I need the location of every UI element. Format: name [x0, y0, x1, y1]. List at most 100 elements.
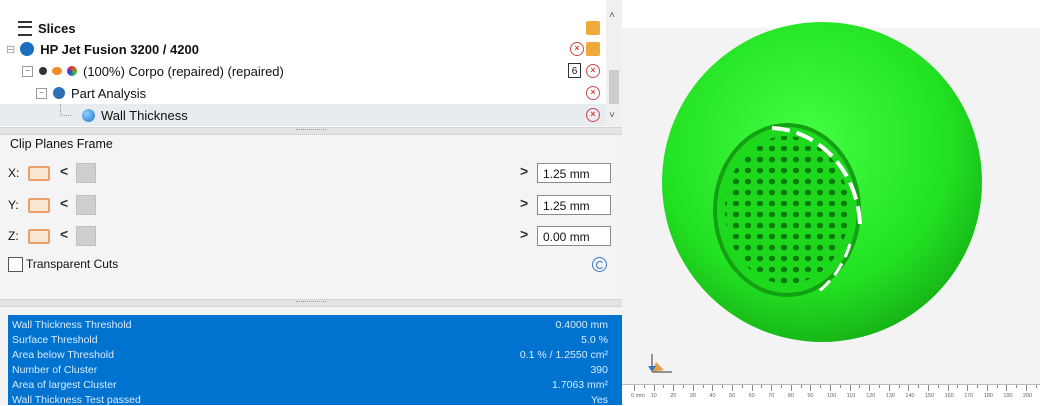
folder-icon[interactable]: [586, 21, 600, 35]
ruler-tick: [781, 385, 782, 388]
scrollbar-thumb[interactable]: [609, 70, 619, 104]
decrease-z-button[interactable]: <: [60, 226, 68, 242]
slider-x[interactable]: [76, 163, 96, 183]
ruler-tick-label: 60: [748, 393, 755, 399]
ruler-tick: [702, 385, 704, 388]
ruler-tick: [810, 385, 812, 391]
color-icon: [67, 66, 77, 76]
ruler-tick: [1035, 385, 1037, 388]
ruler-tick: [653, 385, 655, 391]
ruler-tick: [967, 385, 969, 391]
splitter-handle[interactable]: [0, 299, 622, 307]
ruler-tick: [643, 385, 645, 388]
list-icon: [18, 20, 32, 36]
ruler-tick-label: 0 mm: [631, 393, 645, 399]
close-circle-icon[interactable]: ×: [570, 42, 584, 56]
result-label: Area of largest Cluster: [12, 379, 117, 391]
ruler-tick-label: 100: [827, 393, 837, 399]
ruler-tick: [800, 385, 802, 388]
slider-y[interactable]: [76, 195, 96, 215]
ruler-tick: [634, 385, 635, 391]
scroll-up-icon[interactable]: ˄: [609, 10, 615, 21]
result-row: Surface Threshold 5.0 %: [12, 333, 608, 348]
analysis-icon: [53, 87, 65, 99]
clip-toggle-z[interactable]: [28, 229, 50, 244]
ruler-tick: [879, 385, 880, 388]
result-label: Wall Thickness Threshold: [12, 319, 132, 331]
ruler-tick-label: 10: [650, 393, 657, 399]
x-value-input[interactable]: 1.25 mm: [537, 163, 611, 183]
close-circle-icon[interactable]: ×: [586, 108, 600, 122]
dot-icon: [39, 67, 47, 75]
tree-item-part-analysis[interactable]: − Part Analysis: [36, 82, 146, 104]
refresh-icon[interactable]: [592, 257, 607, 272]
result-row: Area below Threshold 0.1 % / 1.2550 cm²: [12, 348, 608, 363]
result-label: Surface Threshold: [12, 334, 98, 346]
slider-z[interactable]: [76, 226, 96, 246]
ruler-tick-label: 50: [729, 393, 736, 399]
ruler-tick-label: 200: [1023, 393, 1033, 399]
ruler-tick: [1026, 385, 1027, 391]
close-circle-icon[interactable]: ×: [586, 86, 600, 100]
tree-item-slices[interactable]: Slices: [18, 17, 76, 39]
increase-y-button[interactable]: >: [520, 195, 528, 211]
result-label: Area below Threshold: [12, 349, 114, 361]
ruler-tick: [820, 385, 822, 388]
ruler-tick: [830, 385, 831, 391]
result-value: 0.1 % / 1.2550 cm²: [519, 349, 608, 361]
ruler-tick: [761, 385, 763, 388]
collapse-icon[interactable]: −: [22, 65, 33, 77]
ruler-tick: [751, 385, 753, 391]
clip-toggle-y[interactable]: [28, 198, 50, 213]
hp-logo-icon: [20, 42, 35, 56]
tree-item-label: HP Jet Fusion 3200 / 4200: [40, 41, 199, 57]
scene-tree: Slices ⊟ HP Jet Fusion 3200 / 4200 − (10…: [0, 0, 606, 130]
left-panel: Slices ⊟ HP Jet Fusion 3200 / 4200 − (10…: [0, 0, 622, 405]
ruler-tick-label: 190: [1003, 393, 1013, 399]
result-value: 0.4000 mm: [555, 319, 608, 331]
close-circle-icon[interactable]: ×: [586, 64, 600, 78]
ruler-tick: [663, 385, 665, 388]
tree-item-label: (100%) Corpo (repaired) (repaired): [83, 63, 284, 79]
results-panel: Wall Thickness Threshold 0.4000 mm Surfa…: [8, 315, 622, 405]
decrease-x-button[interactable]: <: [60, 163, 68, 179]
tree-item-part[interactable]: − (100%) Corpo (repaired) (repaired): [22, 60, 284, 82]
tree-item-wall-thickness[interactable]: Wall Thickness: [0, 104, 606, 126]
ruler-tick: [673, 385, 675, 391]
ruler-tick-label: 180: [983, 393, 993, 399]
z-value-input[interactable]: 0.00 mm: [537, 226, 611, 246]
folder-icon[interactable]: [586, 42, 600, 56]
ruler-tick-label: 140: [905, 393, 915, 399]
tree-item-printer[interactable]: ⊟ HP Jet Fusion 3200 / 4200: [6, 38, 199, 60]
increase-z-button[interactable]: >: [520, 226, 528, 242]
ruler-tick: [996, 385, 998, 388]
increase-x-button[interactable]: >: [520, 163, 528, 179]
ruler-tick: [692, 385, 694, 391]
clip-toggle-x[interactable]: [28, 166, 50, 181]
tree-item-label: Wall Thickness: [101, 107, 188, 123]
collapse-icon[interactable]: −: [36, 87, 47, 99]
tree-scrollbar[interactable]: ˄ ˅: [606, 0, 622, 130]
y-value-input[interactable]: 1.25 mm: [537, 195, 611, 215]
result-row: Wall Thickness Threshold 0.4000 mm: [12, 318, 608, 333]
ruler-tick: [1006, 385, 1008, 391]
ruler-tick: [1016, 385, 1018, 388]
result-value: 1.7063 mm²: [551, 379, 608, 391]
model-render[interactable]: [622, 0, 1040, 384]
ruler-tick: [918, 385, 920, 388]
ruler-tick: [986, 385, 988, 391]
splitter-handle[interactable]: [0, 127, 622, 135]
scroll-down-icon[interactable]: ˅: [609, 110, 615, 121]
ruler-tick: [859, 385, 861, 388]
globe-icon: [82, 108, 95, 122]
transparent-cuts-checkbox[interactable]: [8, 257, 23, 272]
tree-item-label: Slices: [38, 20, 76, 36]
grille-holes: [725, 136, 849, 284]
ruler-tick: [888, 385, 890, 391]
ruler-tick: [732, 385, 733, 391]
ruler-tick-label: 90: [807, 393, 814, 399]
decrease-y-button[interactable]: <: [60, 195, 68, 211]
tree-branch-marker: ⊟: [6, 43, 16, 56]
3d-viewport[interactable]: 0 mm 10 20 30 40 50 60 70 80 90 100 110 120 130 140 150…: [622, 0, 1040, 406]
ruler-tick: [947, 385, 949, 391]
